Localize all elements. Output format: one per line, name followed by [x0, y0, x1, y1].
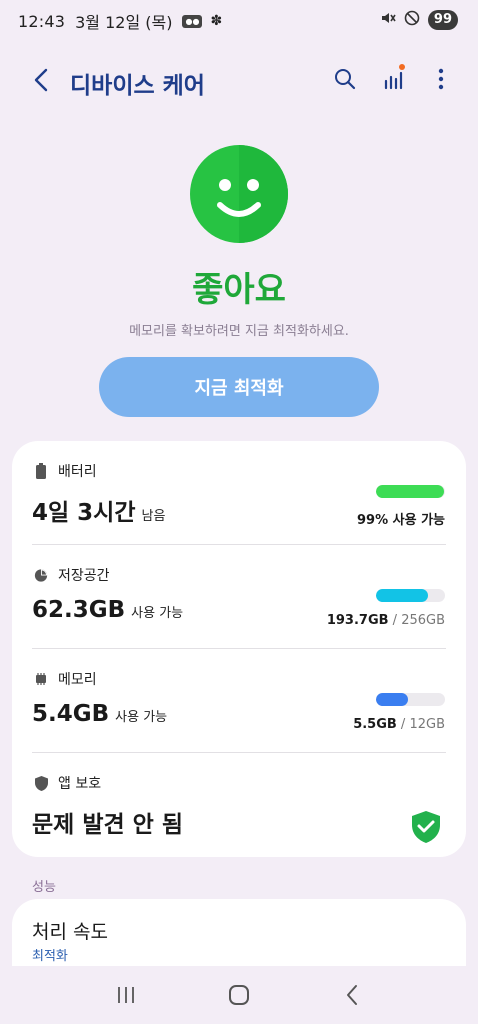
storage-available-value: 62.3GB: [32, 597, 126, 623]
storage-available-unit: 사용 가능: [131, 606, 184, 621]
do-not-disturb-icon: [404, 10, 420, 30]
status-bar: 12:43 3월 12일 (목) ●● ✽ 99: [0, 0, 478, 42]
shield-check-icon: [412, 811, 440, 843]
app-protection-section[interactable]: 앱 보호 문제 발견 안 됨: [12, 753, 466, 857]
battery-remaining-value: 4일 3시간: [32, 500, 136, 526]
more-vertical-icon: [438, 68, 444, 90]
mute-icon: [380, 10, 396, 30]
shield-icon: [34, 775, 48, 791]
notification-dot: [399, 64, 405, 70]
battery-remaining-unit: 남음: [141, 509, 166, 524]
home-button[interactable]: [219, 975, 259, 1015]
memory-progress-fill: [376, 693, 408, 706]
search-icon: [335, 69, 356, 90]
app-protection-label: 앱 보호: [58, 776, 102, 792]
memory-progress-bar: [376, 693, 445, 706]
status-date: 3월 12일 (목): [75, 13, 173, 32]
app-bar: 디바이스 케어: [0, 56, 478, 104]
storage-separator: /: [388, 613, 402, 628]
storage-progress-fill: [376, 589, 429, 602]
battery-indicator: 99: [427, 10, 458, 30]
battery-icon: [34, 463, 48, 479]
battery-progress-fill: [376, 485, 445, 498]
status-time: 12:43: [18, 11, 66, 31]
page-title: 디바이스 케어: [70, 73, 205, 99]
more-options-button[interactable]: [428, 66, 454, 92]
search-button[interactable]: [332, 66, 358, 92]
recent-apps-button[interactable]: [106, 975, 146, 1015]
memory-section[interactable]: 메모리 5.4GB 사용 가능 5.5GB / 12GB: [12, 649, 466, 753]
memory-separator: /: [396, 717, 410, 732]
processing-speed-title: 처리 속도: [32, 921, 108, 943]
battery-available-text: 99% 사용 가능: [356, 513, 445, 528]
battery-section[interactable]: 배터리 4일 3시간 남음 99% 사용 가능: [12, 441, 466, 545]
app-protection-status: 문제 발견 안 됨: [32, 812, 183, 838]
memory-chip-icon: [34, 671, 48, 687]
pie-chart-icon: [34, 567, 48, 583]
battery-label: 배터리: [58, 464, 97, 480]
memory-available-value: 5.4GB: [32, 701, 110, 727]
memory-used: 5.5GB: [353, 717, 397, 732]
performance-section-label: 성능: [32, 880, 56, 895]
smiley-face-icon: [190, 145, 288, 243]
device-status-card: 배터리 4일 3시간 남음 99% 사용 가능 저장공간 62.3GB 사용 가…: [12, 441, 466, 857]
storage-used: 193.7GB: [326, 613, 389, 628]
storage-progress-bar: [376, 589, 445, 602]
recent-apps-icon: [118, 987, 135, 1003]
status-subtitle: 메모리를 확보하려면 지금 최적화하세요.: [129, 324, 349, 339]
storage-total: 256GB: [401, 613, 445, 628]
flower-icon: ✽: [210, 13, 223, 29]
optimize-now-button[interactable]: 지금 최적화: [99, 357, 379, 417]
battery-progress-bar: [376, 485, 445, 498]
memory-available-unit: 사용 가능: [115, 710, 168, 725]
memory-label: 메모리: [58, 672, 97, 688]
back-nav-button[interactable]: [332, 975, 372, 1015]
back-button[interactable]: [26, 64, 56, 96]
system-navigation-bar: [0, 966, 478, 1024]
memory-total: 12GB: [409, 717, 445, 732]
back-icon: [346, 985, 357, 1005]
storage-section[interactable]: 저장공간 62.3GB 사용 가능 193.7GB / 256GB: [12, 545, 466, 649]
storage-label: 저장공간: [58, 568, 110, 584]
report-button[interactable]: [380, 64, 406, 92]
chevron-left-icon: [34, 68, 48, 92]
status-title: 좋아요: [192, 270, 286, 310]
bar-chart-icon: [384, 71, 403, 90]
home-icon: [228, 985, 249, 1005]
notification-app-icon: ●●: [182, 14, 203, 28]
processing-speed-value: 최적화: [32, 949, 68, 964]
